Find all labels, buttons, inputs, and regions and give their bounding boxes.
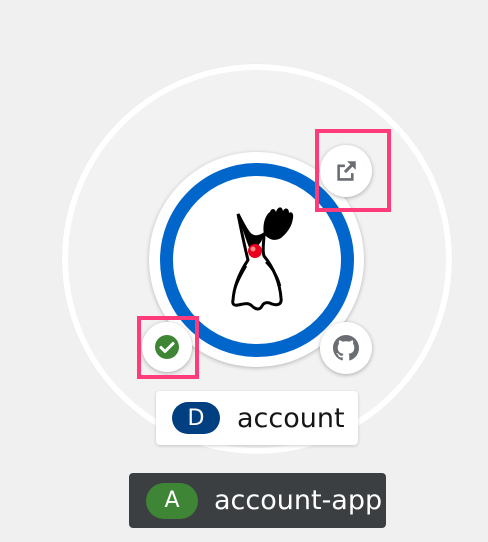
workload-name: account <box>237 402 345 434</box>
workload-label[interactable]: D account <box>156 391 358 445</box>
source-repo-button[interactable] <box>320 322 372 374</box>
open-url-button[interactable] <box>320 145 372 197</box>
java-duke-icon <box>231 207 294 311</box>
application-label[interactable]: A account-app <box>129 473 386 528</box>
topology-canvas: D account A account-app <box>0 0 488 542</box>
deployment-badge: D <box>172 402 220 434</box>
application-name: account-app <box>214 485 383 516</box>
check-circle-icon <box>155 335 179 359</box>
external-link-icon <box>337 161 356 181</box>
build-status-button[interactable] <box>142 322 192 372</box>
github-icon <box>333 335 359 361</box>
application-badge: A <box>146 482 198 519</box>
